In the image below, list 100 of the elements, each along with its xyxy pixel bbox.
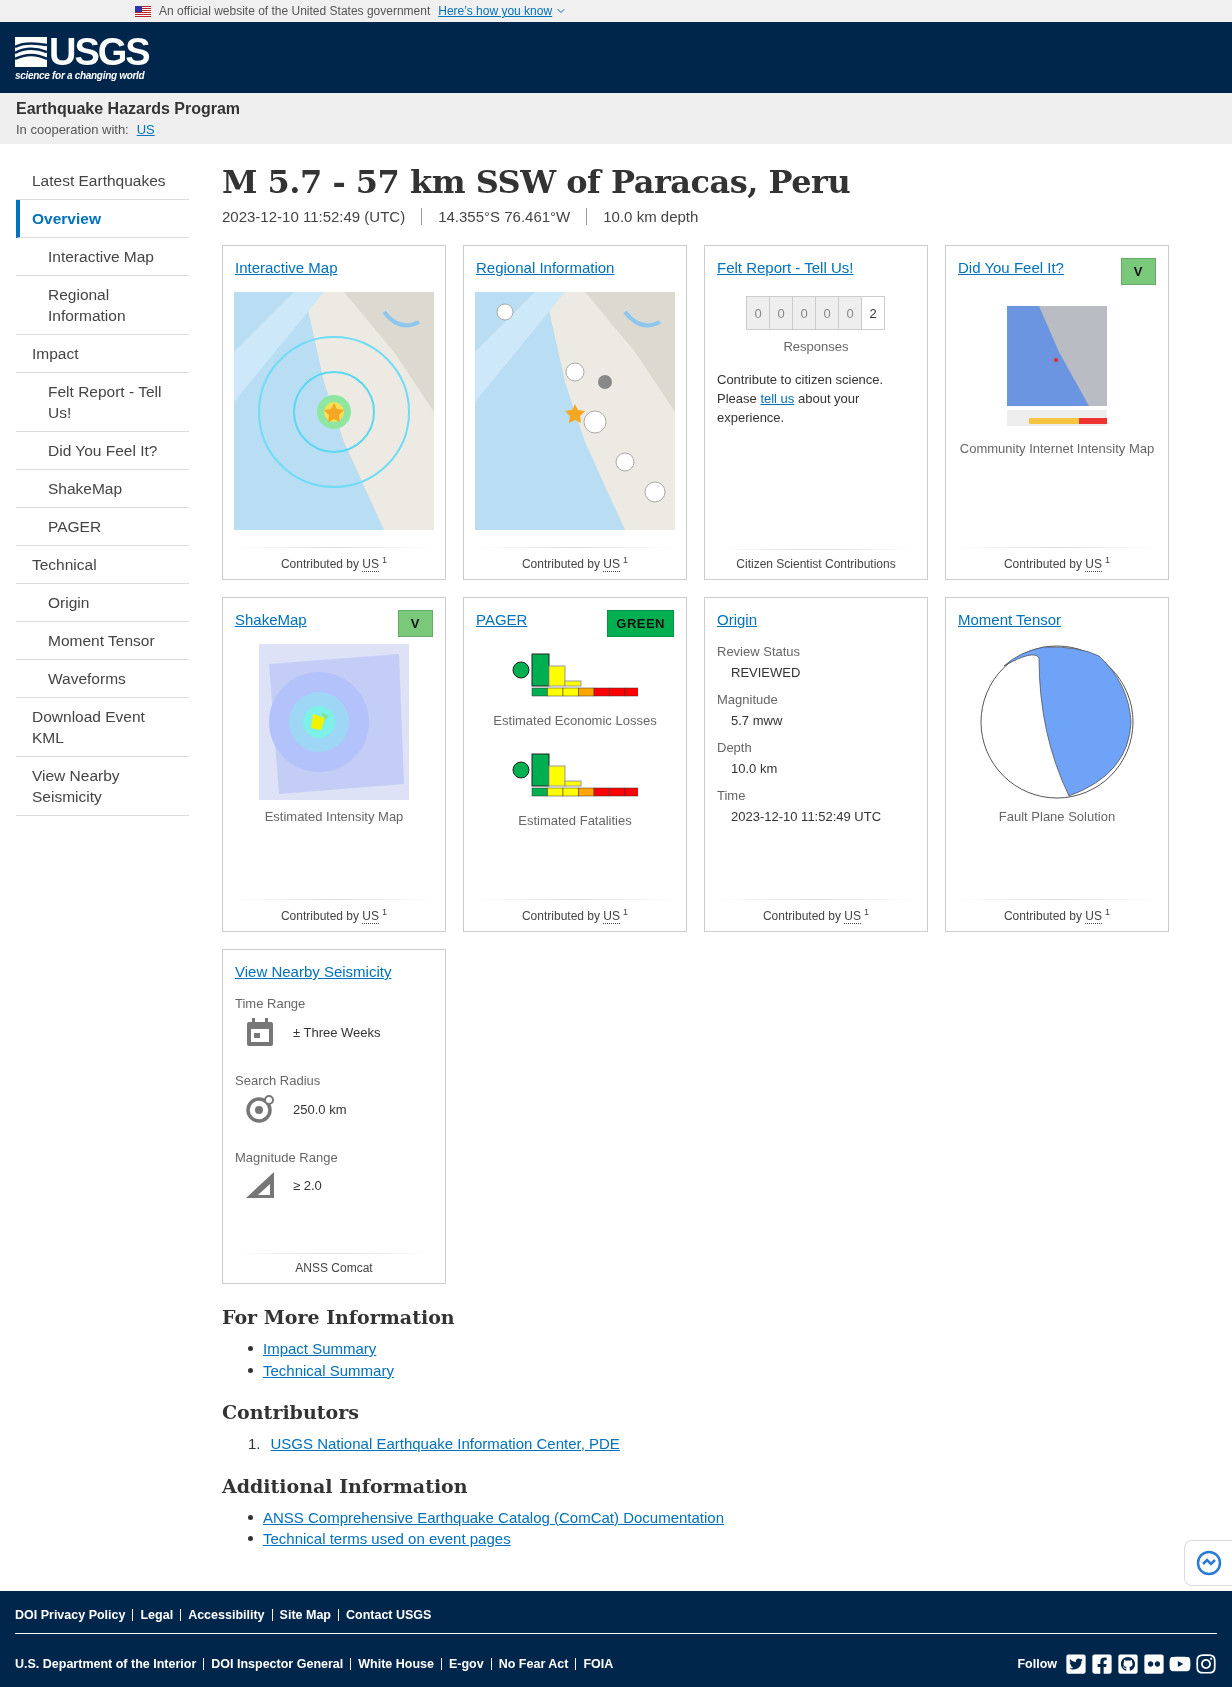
footer-link[interactable]: U.S. Department of the Interior xyxy=(15,1658,204,1670)
field-label: Magnitude Range xyxy=(235,1150,338,1165)
sidebar-item[interactable]: Technical xyxy=(16,546,189,584)
counter-digit: 0 xyxy=(838,296,862,330)
field-value: 2023-12-10 11:52:49 UTC xyxy=(731,809,882,824)
contributor-note: Contributed by US $^{1}$ xyxy=(958,899,1156,923)
cooperation-link[interactable]: US xyxy=(136,122,155,137)
sidebar-item[interactable]: Regional Information xyxy=(16,276,189,335)
follow-label: Follow xyxy=(1017,1657,1057,1671)
footer-link[interactable]: No Fear Act xyxy=(490,1658,576,1670)
contributor-note: ANSS Comcat xyxy=(235,1253,433,1275)
field-value: 10.0 km xyxy=(731,761,778,776)
contributor-note: Contributed by US $^{1}$ xyxy=(476,547,674,571)
field-value: REVIEWED xyxy=(731,665,801,680)
event-meta: 10.0 km depth xyxy=(586,208,715,225)
section-heading: Contributors xyxy=(222,1401,360,1423)
triangle-icon xyxy=(245,1171,275,1199)
bullet-icon xyxy=(248,1367,253,1373)
footer-link[interactable]: Accessibility xyxy=(180,1609,272,1621)
sidebar-item[interactable]: Felt Report - Tell Us! xyxy=(16,373,189,432)
footer-link[interactable]: White House xyxy=(350,1658,441,1670)
field-label: Depth xyxy=(717,740,752,755)
counter-digit: 0 xyxy=(769,296,793,330)
info-link[interactable]: Impact Summary xyxy=(263,1338,377,1360)
logo-name: USGS xyxy=(49,34,149,70)
facebook-icon[interactable] xyxy=(1091,1653,1113,1675)
instagram-icon[interactable] xyxy=(1195,1653,1217,1675)
sidebar-item[interactable]: Download Event KML xyxy=(16,698,189,757)
target-icon xyxy=(245,1094,275,1124)
info-link[interactable]: USGS National Earthquake Information Center, PDE xyxy=(270,1433,620,1455)
map-caption: Fault Plane Solution xyxy=(998,808,1116,826)
contributor-note: Contributed by US $^{1}$ xyxy=(235,899,433,923)
contributor-note: Citizen Scientist Contributions xyxy=(717,549,915,571)
gov-banner-text: An official website of the United States government xyxy=(159,4,431,18)
card-title-link[interactable]: Origin xyxy=(717,611,757,628)
card-title-link[interactable]: Regional Information xyxy=(476,259,615,276)
sidebar-item[interactable]: ShakeMap xyxy=(16,470,189,508)
flickr-icon[interactable] xyxy=(1143,1653,1165,1675)
sidebar-item[interactable]: PAGER xyxy=(16,508,189,546)
field-value: ± Three Weeks xyxy=(293,1024,381,1040)
cooperation-label: In cooperation with: xyxy=(16,122,129,137)
field-label: Review Status xyxy=(717,644,801,659)
counter-digit: 2 xyxy=(861,296,885,330)
field-label: Search Radius xyxy=(235,1073,321,1088)
event-meta: 14.355°S 76.461°W xyxy=(421,208,587,225)
bullet-icon xyxy=(248,1514,253,1520)
card-title-link[interactable]: Moment Tensor xyxy=(958,611,1062,628)
map-caption: Estimated Intensity Map xyxy=(264,808,404,826)
contributor-note: Contributed by US $^{1}$ xyxy=(958,547,1156,571)
card-title-link[interactable]: Did You Feel It? xyxy=(958,259,1064,276)
footer-link[interactable]: Site Map xyxy=(271,1609,338,1621)
sidebar-item[interactable]: Overview xyxy=(16,200,189,238)
info-link[interactable]: ANSS Comprehensive Earthquake Catalog (ComCat) Documentation xyxy=(263,1506,725,1528)
info-link[interactable]: Technical Summary xyxy=(263,1359,394,1381)
sidebar-item[interactable]: Did You Feel It? xyxy=(16,432,189,470)
footer-link[interactable]: FOIA xyxy=(575,1658,621,1670)
field-value: ≥ 2.0 xyxy=(293,1177,322,1193)
sidebar-item[interactable]: Waveforms xyxy=(16,660,189,698)
alert-level-badge: V xyxy=(1120,258,1156,285)
counter-digit: 0 xyxy=(792,296,816,330)
card-title-link[interactable]: Felt Report - Tell Us! xyxy=(717,259,854,276)
flag-icon xyxy=(135,5,151,17)
alert-level-badge: V xyxy=(397,610,433,637)
github-icon[interactable] xyxy=(1117,1653,1139,1675)
field-value: 5.7 mww xyxy=(731,713,783,728)
footer-link[interactable]: Contact USGS xyxy=(338,1609,439,1621)
card-title-link[interactable]: Interactive Map xyxy=(235,259,338,276)
map-caption: Community Internet Intensity Map xyxy=(959,440,1155,458)
chart-caption: Estimated Fatalities xyxy=(518,812,632,830)
field-label: Time xyxy=(717,788,746,803)
sidebar-item[interactable]: Moment Tensor xyxy=(16,622,189,660)
footer-link[interactable]: E-gov xyxy=(440,1658,491,1670)
sidebar-item[interactable]: View Nearby Seismicity xyxy=(16,757,189,816)
footer-link[interactable]: DOI Privacy Policy xyxy=(15,1609,133,1621)
sidebar-item[interactable]: Interactive Map xyxy=(16,238,189,276)
footer-link[interactable]: DOI Inspector General xyxy=(203,1658,351,1670)
sidebar-item[interactable]: Origin xyxy=(16,584,189,622)
feedback-button[interactable] xyxy=(1184,1540,1232,1586)
counter-label: Responses xyxy=(783,338,849,356)
how-you-know-link[interactable]: Here’s how you know xyxy=(438,4,568,18)
field-label: Time Range xyxy=(235,996,306,1011)
card-title-link[interactable]: PAGER xyxy=(476,611,528,628)
twitter-icon[interactable] xyxy=(1065,1653,1087,1675)
info-link[interactable]: Technical terms used on event pages xyxy=(263,1528,511,1550)
alert-level-badge: GREEN xyxy=(607,610,674,637)
list-number: 1. xyxy=(248,1434,261,1454)
sidebar-item[interactable]: Impact xyxy=(16,335,189,373)
bullet-icon xyxy=(248,1536,253,1542)
footer-link[interactable]: Legal xyxy=(132,1609,181,1621)
wave-logo-icon xyxy=(15,37,47,67)
sidebar-item[interactable]: Latest Earthquakes xyxy=(16,162,189,200)
calendar-icon xyxy=(245,1017,275,1047)
tell-us-link[interactable]: tell us xyxy=(760,391,795,406)
contributor-note: Contributed by US $^{1}$ xyxy=(235,547,433,571)
program-title: Earthquake Hazards Program xyxy=(16,99,242,119)
card-title-link[interactable]: View Nearby Seismicity xyxy=(235,963,392,980)
card-title-link[interactable]: ShakeMap xyxy=(235,611,307,628)
chart-caption: Estimated Economic Losses xyxy=(493,712,657,730)
counter-digit: 0 xyxy=(815,296,839,330)
logo-tagline: science for a changing world xyxy=(15,70,146,81)
